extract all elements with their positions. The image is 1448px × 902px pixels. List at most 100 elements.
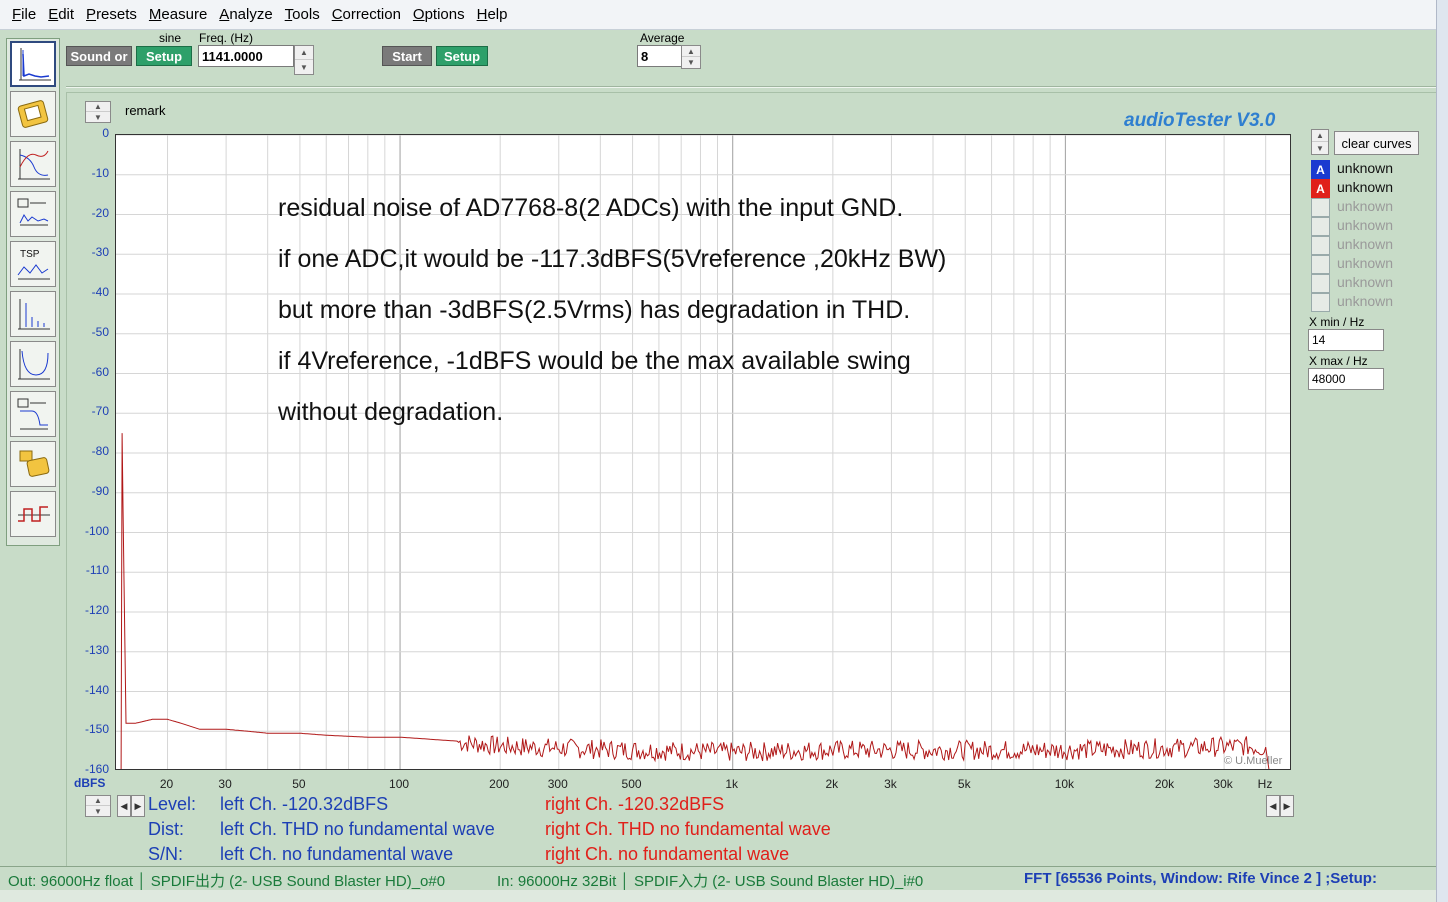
average-spinner[interactable]: ▲ ▼ [681, 45, 701, 69]
menu-tools[interactable]: Tools [285, 6, 320, 23]
separator [66, 86, 1440, 88]
curve-row[interactable]: unknown [1311, 274, 1431, 293]
y-tick-label: -40 [91, 285, 109, 299]
y-tick-label: -60 [91, 364, 109, 379]
sn-label: S/N: [148, 844, 184, 864]
menu-file[interactable]: File [12, 6, 36, 23]
y-unit-label: dBFS [74, 776, 106, 790]
series-line [120, 433, 1270, 769]
xmax-input[interactable]: 48000 [1308, 368, 1384, 390]
fft-tool-icon[interactable] [10, 291, 56, 337]
x-tick-label: 2k [825, 777, 839, 791]
spectrum-tool-icon[interactable] [10, 41, 56, 87]
spectrum-svg [116, 135, 1290, 769]
curve-color-box[interactable] [1311, 236, 1330, 255]
curve-color-box[interactable]: A [1311, 160, 1330, 179]
curve-row[interactable]: unknown [1311, 293, 1431, 312]
left-toolbar: TSP [6, 38, 60, 546]
spin-down-icon[interactable]: ▼ [682, 57, 700, 68]
oscilloscope-tool-icon[interactable] [10, 491, 56, 537]
curve-row[interactable]: unknown [1311, 198, 1431, 217]
sound-output-button[interactable]: Sound or [66, 46, 132, 66]
window-scrollbar[interactable] [1436, 0, 1448, 902]
y-tick-label: -140 [84, 682, 109, 697]
menu-options[interactable]: Options [413, 6, 465, 23]
speaker-tool-icon[interactable] [10, 91, 56, 137]
y-tick-label: -30 [91, 245, 109, 260]
start-button[interactable]: Start [382, 46, 432, 66]
x-tick-label: 10k [1054, 777, 1075, 791]
curve-color-box[interactable] [1311, 274, 1330, 293]
xmin-input[interactable]: 14 [1308, 329, 1384, 351]
impedance-tool-icon[interactable] [10, 341, 56, 387]
spin-up-icon[interactable]: ▲ [86, 102, 110, 112]
x-tick-label: 30k [1213, 777, 1233, 791]
spectrum-plot [115, 134, 1291, 770]
curve-label: unknown [1337, 179, 1394, 195]
measure-setup-button[interactable]: Setup [436, 46, 488, 66]
distortion-tool-icon[interactable] [10, 191, 56, 237]
x-tick-label: 1k [725, 777, 739, 791]
average-input[interactable]: 8 [637, 45, 683, 67]
xmin-label: X min / Hz [1309, 315, 1365, 329]
frequency-spinner[interactable]: ▲ ▼ [294, 45, 314, 75]
curve-row[interactable]: unknown [1311, 255, 1431, 274]
curves-spinner[interactable]: ▲ ▼ [1311, 129, 1329, 155]
x-tick-label: 3k [884, 777, 897, 791]
xmax-label: X max / Hz [1309, 354, 1368, 368]
y-tick-label: -110 [85, 563, 109, 578]
curve-row[interactable]: Aunknown [1311, 160, 1431, 179]
x-tick-label: 20k [1154, 777, 1175, 791]
spin-up-icon[interactable]: ▲ [682, 46, 700, 57]
spin-up-icon[interactable]: ▲ [295, 46, 313, 60]
signal-setup-button[interactable]: Setup [136, 46, 192, 66]
menu-help[interactable]: Help [477, 6, 508, 23]
response-tool-icon[interactable] [10, 141, 56, 187]
spin-down-icon[interactable]: ▼ [1312, 142, 1328, 154]
curve-color-box[interactable] [1311, 198, 1330, 217]
scroll-left-icon[interactable]: ◀ [117, 795, 131, 817]
menu-measure[interactable]: Measure [149, 6, 207, 23]
spin-up-icon[interactable]: ▲ [86, 796, 110, 806]
menu-presets[interactable]: Presets [86, 6, 137, 23]
x-tick-label: 20 [159, 777, 174, 791]
curve-color-box[interactable]: A [1311, 179, 1330, 198]
remark-label: remark [125, 103, 166, 118]
scroll-right-icon[interactable]: ▶ [131, 795, 145, 817]
scroll-left-icon[interactable]: ◀ [1266, 795, 1280, 817]
dist-right-value: right Ch. THD no fundamental wave [545, 819, 831, 839]
remark-spinner[interactable]: ▲ ▼ [85, 101, 111, 123]
curve-color-box[interactable] [1311, 293, 1330, 312]
filter-tool-icon[interactable] [10, 391, 56, 437]
curve-row[interactable]: Aunknown [1311, 179, 1431, 198]
status-fft: FFT [65536 Points, Window: Rife Vince 2 … [1024, 870, 1377, 887]
dist-label: Dist: [148, 819, 184, 839]
x-tick-label: 5k [957, 777, 971, 791]
scroll-right-icon[interactable]: ▶ [1280, 795, 1294, 817]
menu-edit[interactable]: Edit [48, 6, 74, 23]
spin-up-icon[interactable]: ▲ [1312, 130, 1328, 142]
frequency-input[interactable]: 1141.0000 [198, 45, 294, 67]
annotation-line-4: if 4Vreference, -1dBFS would be the max … [278, 347, 911, 375]
curve-label: unknown [1337, 274, 1394, 290]
menu-correction[interactable]: Correction [332, 6, 401, 23]
curve-color-box[interactable] [1311, 217, 1330, 236]
x-tick-label: 500 [621, 777, 642, 791]
y-tick-label: -120 [84, 603, 109, 617]
speaker-measure-tool-icon[interactable] [10, 441, 56, 487]
spin-down-icon[interactable]: ▼ [295, 60, 313, 74]
y-tick-label: -50 [91, 324, 109, 339]
menu-analyze[interactable]: Analyze [219, 6, 272, 23]
y-tick-label: -130 [84, 642, 109, 657]
curve-row[interactable]: unknown [1311, 217, 1431, 236]
level-label: Level: [148, 794, 197, 814]
signal-type-label: sine [159, 31, 182, 45]
y-tick-label: -10 [91, 165, 109, 180]
tsp-tool-icon[interactable]: TSP [10, 241, 56, 287]
clear-curves-button[interactable]: clear curves [1334, 131, 1419, 155]
curve-color-box[interactable] [1311, 255, 1330, 274]
results-spinner[interactable]: ▲ ▼ [85, 795, 111, 817]
spin-down-icon[interactable]: ▼ [86, 112, 110, 122]
spin-down-icon[interactable]: ▼ [86, 806, 110, 816]
curve-row[interactable]: unknown [1311, 236, 1431, 255]
